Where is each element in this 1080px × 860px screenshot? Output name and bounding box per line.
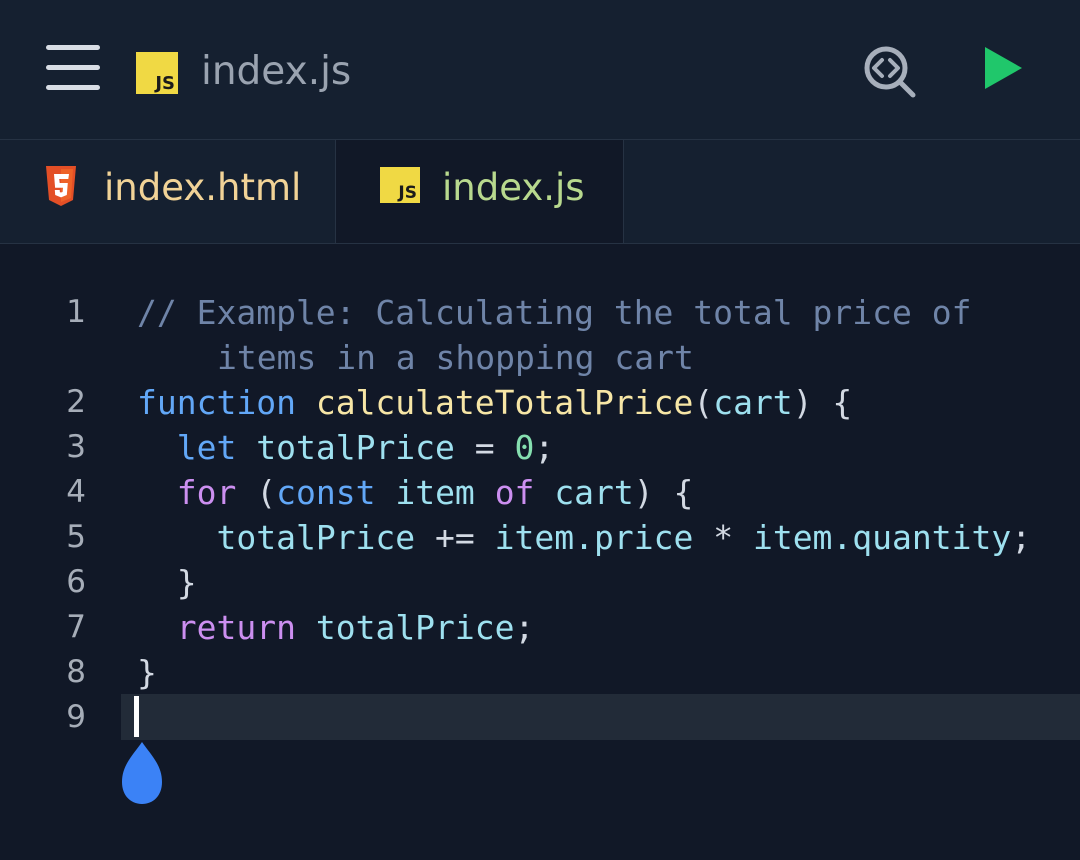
code-token: item	[395, 473, 475, 512]
code-line-4: for (const item of cart) {	[137, 470, 694, 515]
code-token: const	[276, 473, 376, 512]
tab-index-html[interactable]: index.html	[0, 140, 336, 243]
tab-label: index.js	[442, 166, 585, 209]
hamburger-menu-icon[interactable]	[46, 45, 100, 91]
code-token: 0	[514, 428, 535, 467]
line-number: 9	[66, 699, 86, 735]
code-token: totalPrice	[256, 428, 455, 467]
javascript-file-icon: JS	[136, 52, 178, 94]
line-number: 6	[66, 564, 86, 600]
code-token: calculateTotalPrice	[315, 383, 694, 422]
code-token: ;	[534, 428, 555, 467]
code-search-icon[interactable]	[860, 43, 918, 99]
editor-toolbar: JS index.js	[0, 0, 1080, 140]
current-file-title: index.js	[201, 49, 352, 94]
html5-icon	[46, 166, 76, 206]
line-number: 1	[66, 294, 86, 330]
line-number: 4	[66, 474, 86, 510]
line-number: 3	[66, 429, 86, 465]
code-token: item.quantity	[752, 518, 1012, 557]
code-line-3: let totalPrice = 0;	[137, 425, 555, 470]
code-token: let	[176, 428, 237, 467]
code-token: totalPrice	[315, 608, 515, 647]
text-cursor	[134, 696, 139, 737]
tab-index-js[interactable]: JS index.js	[336, 140, 624, 243]
code-token: =	[454, 428, 515, 467]
javascript-file-icon: JS	[380, 167, 420, 203]
code-line-1-wrap: items in a shopping cart	[217, 335, 694, 380]
code-token: for	[176, 473, 237, 512]
code-token: (	[693, 383, 714, 422]
code-token: function	[137, 383, 296, 422]
javascript-file-icon-text: JS	[398, 183, 417, 203]
code-token: items in a shopping cart	[217, 338, 694, 377]
code-token: +=	[415, 518, 495, 557]
code-token: }	[137, 563, 197, 602]
code-line-2: function calculateTotalPrice(cart) {	[137, 380, 852, 425]
code-line-6: }	[137, 560, 197, 605]
code-editor[interactable]: 1 2 3 4 5 6 7 8 9 // Example: Calculatin…	[0, 244, 1080, 860]
code-token: }	[137, 653, 157, 692]
code-token: ) {	[633, 473, 694, 512]
text-cursor-handle-icon[interactable]	[120, 740, 164, 806]
code-token: ;	[514, 608, 535, 647]
line-number: 5	[66, 519, 86, 555]
current-line-highlight	[121, 694, 1080, 740]
tab-label: index.html	[104, 166, 302, 209]
code-token: cart	[713, 383, 793, 422]
code-token: *	[693, 518, 753, 557]
code-line-8: }	[137, 650, 157, 695]
line-number: 7	[66, 609, 86, 645]
code-token: (	[236, 473, 277, 512]
file-tab-bar: index.html JS index.js	[0, 140, 1080, 351]
code-token: // Example: Calculating the total price …	[137, 293, 972, 332]
code-line-5: totalPrice += item.price * item.quantity…	[137, 515, 1031, 560]
code-line-1: // Example: Calculating the total price …	[137, 290, 971, 335]
code-token: totalPrice	[216, 518, 416, 557]
javascript-file-icon-text: JS	[155, 73, 175, 94]
run-play-icon[interactable]	[982, 45, 1024, 91]
code-token: of	[494, 473, 535, 512]
code-token: ;	[1011, 518, 1032, 557]
code-token: ) {	[792, 383, 853, 422]
line-number: 2	[66, 384, 86, 420]
code-token: return	[176, 608, 296, 647]
line-number: 8	[66, 654, 86, 690]
code-token: cart	[554, 473, 634, 512]
code-token: item.price	[494, 518, 694, 557]
code-line-7: return totalPrice;	[137, 605, 535, 650]
